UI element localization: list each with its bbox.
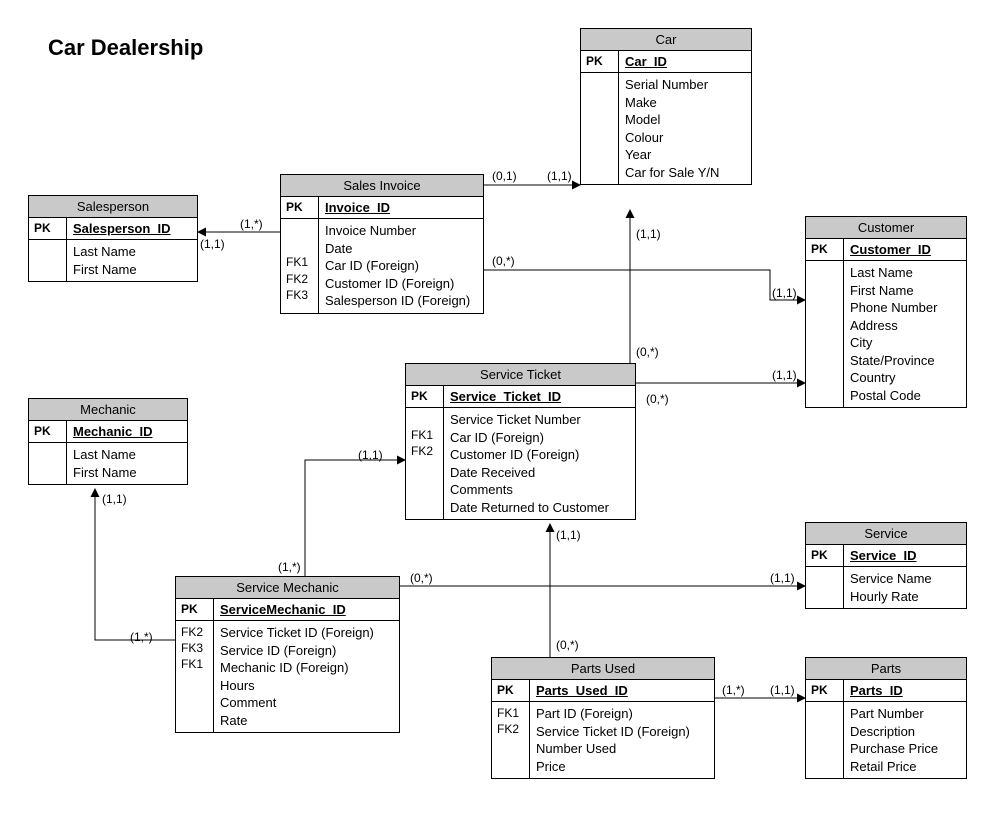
entity-service: Service PK Service_ID Service NameHourly…	[805, 522, 967, 609]
attr-list: Service Ticket ID (Foreign)Service ID (F…	[214, 621, 399, 732]
fk-col: FK2FK3FK1	[176, 621, 214, 732]
attr-list: Service NameHourly Rate	[844, 567, 966, 608]
pk-name: Parts_Used_ID	[536, 683, 628, 698]
card-label: (1,1)	[547, 169, 572, 183]
entity-header: Salesperson	[29, 196, 197, 218]
card-label: (0,*)	[410, 571, 433, 585]
attr-list: Last NameFirst Name	[67, 240, 197, 281]
pk-label: PK	[492, 680, 530, 701]
pk-name: Parts_ID	[850, 683, 903, 698]
pk-label: PK	[406, 386, 444, 407]
entity-mechanic: Mechanic PK Mechanic_ID Last NameFirst N…	[28, 398, 188, 485]
entity-parts-used: Parts Used PK Parts_Used_ID FK1FK2 Part …	[491, 657, 715, 779]
pk-name: Mechanic_ID	[73, 424, 152, 439]
entity-header: Parts Used	[492, 658, 714, 680]
pk-name: Car_ID	[625, 54, 667, 69]
card-label: (0,*)	[556, 638, 579, 652]
card-label: (0,*)	[646, 392, 669, 406]
entity-service-ticket: Service Ticket PK Service_Ticket_ID FK1F…	[405, 363, 636, 520]
entity-sales-invoice: Sales Invoice PK Invoice_ID FK1FK2FK3 In…	[280, 174, 484, 314]
entity-header: Customer	[806, 217, 966, 239]
fk-col	[29, 443, 67, 484]
card-label: (1,*)	[130, 630, 153, 644]
card-label: (1,1)	[770, 683, 795, 697]
attr-list: Invoice NumberDateCar ID (Foreign)Custom…	[319, 219, 483, 313]
entity-header: Service Mechanic	[176, 577, 399, 599]
entity-header: Service Ticket	[406, 364, 635, 386]
fk-col: FK1FK2	[492, 702, 530, 778]
attr-list: Part NumberDescriptionPurchase PriceReta…	[844, 702, 966, 778]
attr-list: Last NameFirst NamePhone NumberAddressCi…	[844, 261, 966, 407]
fk-col	[806, 261, 844, 407]
card-label: (1,1)	[770, 571, 795, 585]
attr-list: Last NameFirst Name	[67, 443, 187, 484]
entity-service-mechanic: Service Mechanic PK ServiceMechanic_ID F…	[175, 576, 400, 733]
pk-name: Service_ID	[850, 548, 917, 563]
pk-name: Customer_ID	[850, 242, 931, 257]
pk-label: PK	[176, 599, 214, 620]
attr-list: Serial NumberMakeModelColourYearCar for …	[619, 73, 751, 184]
card-label: (1,*)	[278, 560, 301, 574]
pk-name: Invoice_ID	[325, 200, 390, 215]
pk-label: PK	[806, 239, 844, 260]
card-label: (1,1)	[200, 237, 225, 251]
card-label: (1,1)	[358, 448, 383, 462]
pk-label: PK	[281, 197, 319, 218]
fk-col: FK1FK2FK3	[281, 219, 319, 313]
entity-car: Car PK Car_ID Serial NumberMakeModelColo…	[580, 28, 752, 185]
pk-name: Service_Ticket_ID	[450, 389, 561, 404]
card-label: (1,*)	[240, 217, 263, 231]
card-label: (1,*)	[722, 683, 745, 697]
entity-header: Service	[806, 523, 966, 545]
fk-col	[806, 702, 844, 778]
entity-header: Sales Invoice	[281, 175, 483, 197]
fk-col: FK1FK2	[406, 408, 444, 519]
card-label: (0,*)	[636, 345, 659, 359]
entity-header: Car	[581, 29, 751, 51]
fk-col	[806, 567, 844, 608]
fk-col	[581, 73, 619, 184]
entity-customer: Customer PK Customer_ID Last NameFirst N…	[805, 216, 967, 408]
entity-header: Parts	[806, 658, 966, 680]
pk-label: PK	[806, 680, 844, 701]
entity-header: Mechanic	[29, 399, 187, 421]
card-label: (0,*)	[492, 254, 515, 268]
card-label: (1,1)	[772, 368, 797, 382]
pk-label: PK	[29, 421, 67, 442]
pk-name: Salesperson_ID	[73, 221, 171, 236]
card-label: (1,1)	[772, 286, 797, 300]
card-label: (0,1)	[492, 169, 517, 183]
attr-list: Part ID (Foreign)Service Ticket ID (Fore…	[530, 702, 714, 778]
fk-col	[29, 240, 67, 281]
card-label: (1,1)	[636, 227, 661, 241]
diagram-title: Car Dealership	[48, 35, 203, 61]
pk-name: ServiceMechanic_ID	[220, 602, 346, 617]
pk-label: PK	[806, 545, 844, 566]
entity-salesperson: Salesperson PK Salesperson_ID Last NameF…	[28, 195, 198, 282]
card-label: (1,1)	[102, 492, 127, 506]
attr-list: Service Ticket NumberCar ID (Foreign)Cus…	[444, 408, 635, 519]
pk-label: PK	[29, 218, 67, 239]
pk-label: PK	[581, 51, 619, 72]
card-label: (1,1)	[556, 528, 581, 542]
entity-parts: Parts PK Parts_ID Part NumberDescription…	[805, 657, 967, 779]
